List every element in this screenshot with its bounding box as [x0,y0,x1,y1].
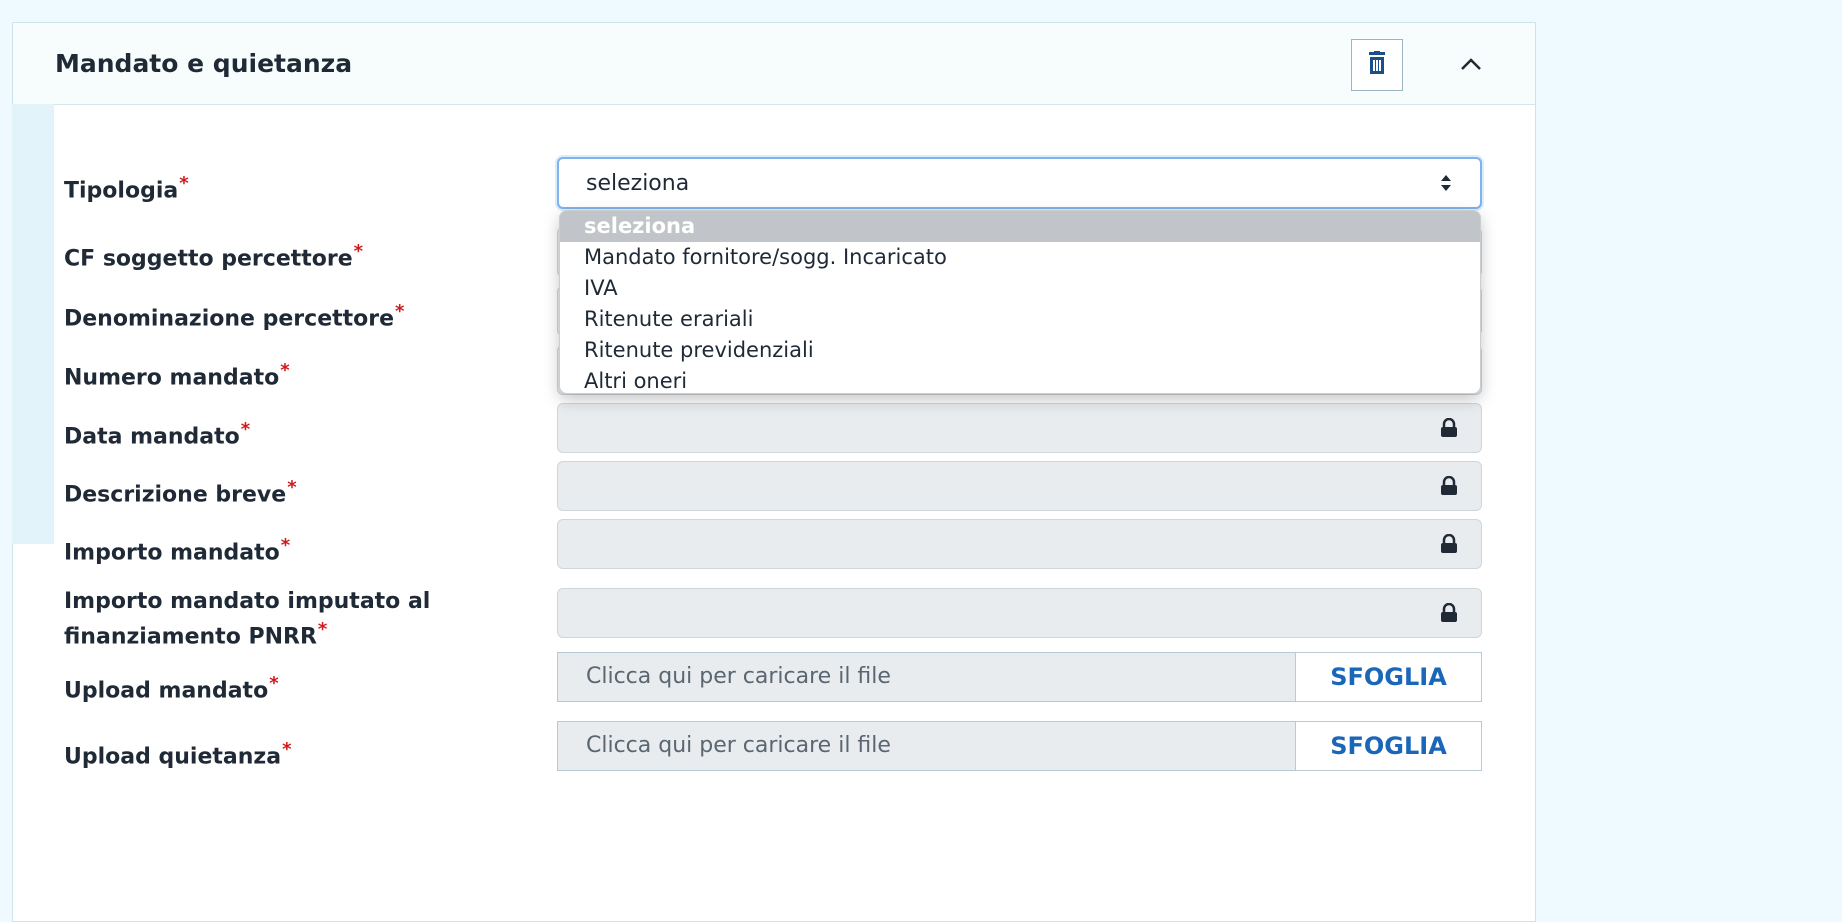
lock-icon [1439,417,1459,442]
label-data-mandato: Data mandato* [64,419,251,450]
panel-title: Mandato e quietanza [55,49,353,78]
lock-icon [1439,533,1459,558]
lock-icon [1439,602,1459,627]
descrizione-breve-field [557,461,1482,511]
dropdown-option[interactable]: Ritenute previdenziali [560,335,1480,366]
label-descrizione-breve: Descrizione breve* [64,477,297,508]
label-upload-mandato: Upload mandato* [64,673,279,704]
label-cf-soggetto: CF soggetto percettore* [64,241,364,272]
label-numero-mandato: Numero mandato* [64,360,290,391]
left-accent-strip [12,104,54,544]
dropdown-option[interactable]: Altri oneri [560,366,1480,393]
dropdown-option[interactable]: seleziona [560,211,1480,242]
upload-quietanza-browse-button[interactable]: SFOGLIA [1295,722,1481,770]
upload-mandato-field[interactable]: Clicca qui per caricare il file SFOGLIA [557,652,1482,702]
collapse-button[interactable] [1445,39,1497,91]
dropdown-option[interactable]: IVA [560,273,1480,304]
upload-mandato-browse-button[interactable]: SFOGLIA [1295,653,1481,701]
importo-mandato-field [557,519,1482,569]
chevron-up-icon [1460,56,1482,75]
delete-button[interactable] [1351,39,1403,91]
lock-icon [1439,475,1459,500]
label-denominazione: Denominazione percettore* [64,301,405,332]
select-arrows-icon [1440,172,1452,198]
upload-quietanza-field[interactable]: Clicca qui per caricare il file SFOGLIA [557,721,1482,771]
importo-pnrr-field [557,588,1482,638]
label-tipologia: Tipologia* [64,173,189,204]
label-importo-pnrr: Importo mandato imputato al finanziament… [64,589,431,650]
upload-mandato-placeholder: Clicca qui per caricare il file [586,664,891,689]
label-upload-quietanza: Upload quietanza* [64,739,292,770]
tipologia-dropdown: seleziona Mandato fornitore/sogg. Incari… [559,210,1481,394]
dropdown-option[interactable]: Ritenute erariali [560,304,1480,335]
label-importo-mandato: Importo mandato* [64,535,291,566]
tipologia-select-value: seleziona [586,171,690,196]
tipologia-select[interactable]: seleziona [557,157,1482,209]
data-mandato-field [557,403,1482,453]
dropdown-option[interactable]: Mandato fornitore/sogg. Incaricato [560,242,1480,273]
trash-icon [1366,51,1388,79]
upload-quietanza-placeholder: Clicca qui per caricare il file [586,733,891,758]
panel-header: Mandato e quietanza [13,23,1535,105]
